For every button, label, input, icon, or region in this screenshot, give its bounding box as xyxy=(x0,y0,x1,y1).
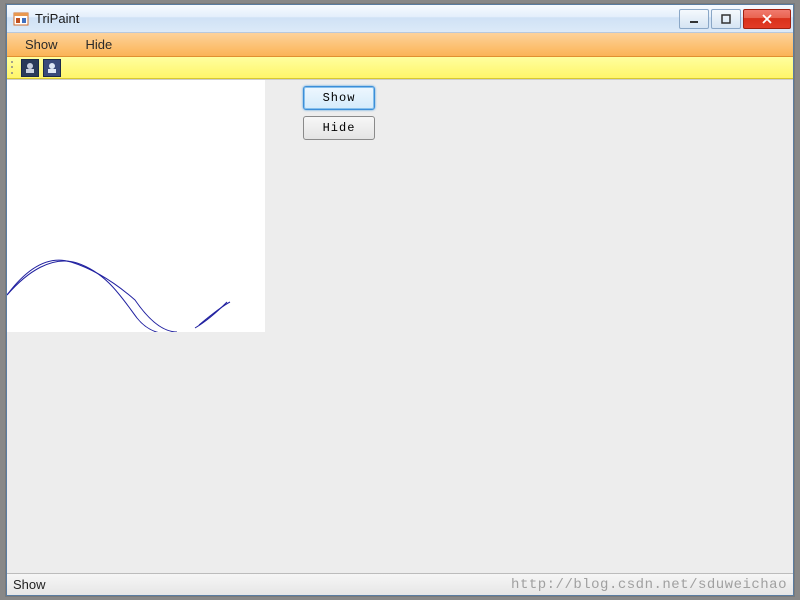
title-bar[interactable]: TriPaint xyxy=(7,5,793,33)
hide-button[interactable]: Hide xyxy=(303,116,375,140)
toolbar-icon-2[interactable] xyxy=(43,59,61,77)
menu-hide[interactable]: Hide xyxy=(74,34,125,55)
app-window: TriPaint Show Hide xyxy=(6,4,794,596)
show-button[interactable]: Show xyxy=(303,86,375,110)
status-bar: Show http://blog.csdn.net/sduweichao xyxy=(7,573,793,595)
window-title: TriPaint xyxy=(35,11,679,26)
client-area: Show Hide xyxy=(7,79,793,573)
toolbar-grip-icon[interactable] xyxy=(11,60,17,76)
status-text: Show xyxy=(13,577,46,592)
menu-bar: Show Hide xyxy=(7,33,793,57)
close-button[interactable] xyxy=(743,9,791,29)
button-panel: Show Hide xyxy=(303,86,375,140)
toolbar-icon-1[interactable] xyxy=(21,59,39,77)
window-controls xyxy=(679,9,791,29)
toolbar xyxy=(7,57,793,79)
drawing-canvas[interactable] xyxy=(7,80,265,332)
app-icon xyxy=(13,11,29,27)
watermark-text: http://blog.csdn.net/sduweichao xyxy=(511,577,787,593)
menu-show[interactable]: Show xyxy=(13,34,70,55)
maximize-button[interactable] xyxy=(711,9,741,29)
minimize-button[interactable] xyxy=(679,9,709,29)
